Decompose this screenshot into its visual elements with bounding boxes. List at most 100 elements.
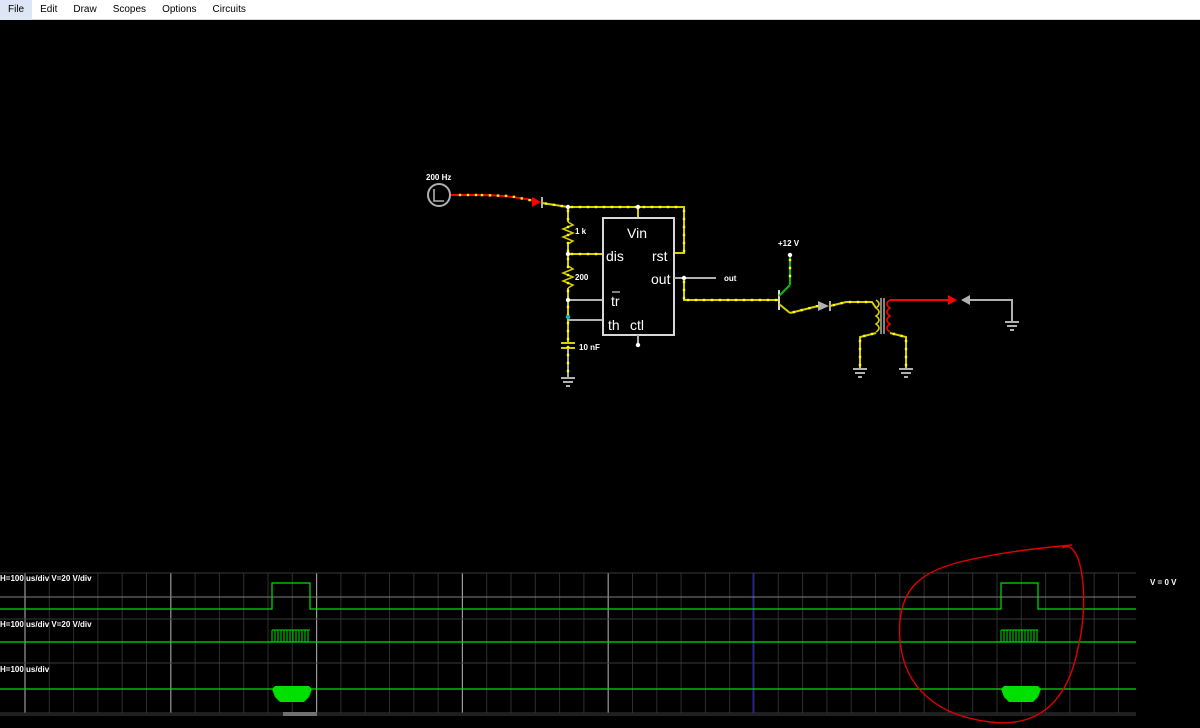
chip-rst: rst — [652, 248, 668, 264]
current-dot — [566, 337, 570, 341]
ground-left — [853, 368, 867, 378]
out-label: out — [724, 274, 737, 283]
current-dot — [682, 217, 686, 221]
current-dot — [788, 258, 792, 262]
menu-edit[interactable]: Edit — [32, 0, 65, 20]
current-dot — [682, 296, 686, 300]
current-dot — [682, 233, 686, 237]
scope-2-label: H=100 us/div V=20 V/div — [0, 620, 92, 629]
ground-cap — [561, 377, 575, 387]
current-dot — [682, 288, 686, 292]
current-dot — [566, 225, 570, 229]
scope-scrollbar[interactable] — [0, 713, 1136, 716]
burst-envelope — [272, 686, 312, 702]
resistor-1k[interactable]: 1 k — [560, 221, 587, 245]
current-dot — [702, 298, 706, 302]
menu-circuits[interactable]: Circuits — [205, 0, 254, 20]
current-dot — [864, 300, 868, 304]
r2-label: 200 — [575, 273, 589, 282]
current-dot — [858, 363, 862, 367]
menu-options[interactable]: Options — [154, 0, 204, 20]
output-diode[interactable] — [818, 301, 831, 311]
current-dot — [792, 310, 796, 314]
current-dot — [570, 205, 574, 209]
transformer[interactable] — [874, 298, 892, 334]
current-dot — [566, 281, 570, 285]
current-dot — [682, 225, 686, 229]
npn-transistor[interactable] — [778, 284, 791, 314]
current-dot — [520, 197, 523, 200]
current-dot — [856, 300, 860, 304]
current-dot — [808, 306, 811, 310]
menu-scopes[interactable]: Scopes — [105, 0, 154, 20]
chip-vin: Vin — [627, 225, 647, 241]
circuit-canvas[interactable]: 200 Hz 1 k 200 10 nF Vin dis rst out tr … — [0, 20, 1200, 728]
current-dot — [682, 249, 686, 253]
menu-draw[interactable]: Draw — [65, 0, 104, 20]
current-dot — [674, 205, 678, 209]
current-dot — [682, 280, 686, 284]
chip-out: out — [651, 271, 671, 287]
current-dot — [742, 298, 746, 302]
current-dot — [718, 298, 722, 302]
current-dot — [694, 298, 698, 302]
current-dot — [758, 298, 762, 302]
current-dot — [566, 345, 570, 349]
current-dot — [566, 265, 570, 269]
scope-panel[interactable]: H=100 us/div V=20 V/div H=100 us/div V=2… — [0, 572, 1177, 716]
current-dot — [904, 355, 908, 359]
current-dot — [488, 194, 492, 197]
ground-right — [1005, 321, 1019, 331]
current-dot — [610, 205, 614, 209]
menu-file[interactable]: File — [0, 0, 33, 20]
current-dot — [466, 193, 470, 197]
circuit-schematic[interactable]: 200 Hz 1 k 200 10 nF Vin dis rst out tr … — [426, 173, 1019, 387]
current-dot — [892, 332, 896, 336]
voltage-readout: V = 0 V — [1150, 578, 1177, 587]
node-posts — [565, 204, 793, 348]
current-dot — [566, 289, 570, 293]
wire-vin[interactable] — [541, 202, 685, 254]
current-dot — [504, 194, 508, 198]
wire-source-diode[interactable] — [451, 194, 537, 202]
current-dot — [848, 300, 852, 304]
current-dot — [766, 298, 770, 302]
current-dot — [528, 198, 531, 202]
current-dot — [552, 203, 556, 207]
ac-source[interactable]: 200 Hz — [426, 173, 451, 207]
current-dot — [544, 202, 548, 205]
chip-dis: dis — [606, 248, 624, 264]
current-dot — [788, 274, 792, 278]
current-dot — [904, 339, 908, 343]
current-dot — [750, 298, 754, 302]
current-dot — [602, 205, 606, 209]
current-dot — [560, 204, 563, 208]
source-label: 200 Hz — [426, 173, 451, 182]
current-dot — [774, 298, 778, 302]
current-dot — [566, 353, 570, 357]
current-dot — [650, 205, 654, 209]
resistor-200[interactable]: 200 — [560, 265, 589, 289]
current-dot — [586, 252, 590, 256]
current-dot — [566, 361, 570, 365]
current-dot — [840, 301, 843, 305]
scope-3-label: H=100 us/div — [0, 665, 50, 674]
current-dot — [682, 241, 686, 245]
chip-th: th — [608, 317, 620, 333]
chip-tr: tr — [611, 293, 620, 309]
current-dot — [904, 347, 908, 351]
current-dot — [870, 332, 874, 336]
current-dot — [570, 252, 574, 256]
current-dot — [512, 195, 516, 199]
timer-555-chip[interactable]: Vin dis rst out tr th ctl — [602, 217, 675, 345]
current-dot — [904, 363, 908, 367]
current-dot — [480, 193, 484, 197]
input-diode[interactable] — [532, 197, 543, 208]
current-dot — [578, 252, 582, 256]
current-dot — [474, 193, 478, 197]
scope-scroll-thumb[interactable] — [283, 712, 317, 716]
current-dot — [658, 205, 662, 209]
current-dot — [626, 205, 630, 209]
spark-gap-left-icon — [948, 295, 957, 305]
current-dot — [642, 205, 646, 209]
